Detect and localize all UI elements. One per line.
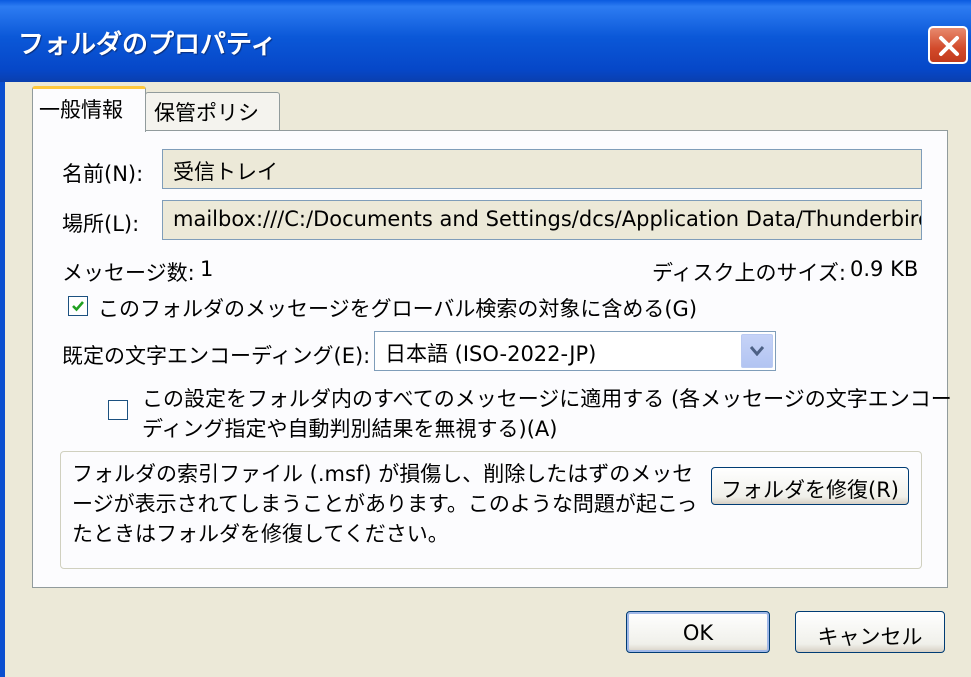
- ok-button[interactable]: OK: [626, 611, 770, 653]
- name-field[interactable]: 受信トレイ: [162, 149, 922, 189]
- close-icon: [939, 36, 959, 56]
- global-search-checkbox[interactable]: [68, 296, 88, 316]
- chevron-down-icon: [750, 346, 764, 356]
- apply-all-checkbox[interactable]: [108, 400, 128, 420]
- message-count-label: メッセージ数:: [62, 261, 195, 285]
- window-title: フォルダのプロパティ: [18, 30, 277, 60]
- encoding-select-value: 日本語 (ISO-2022-JP): [385, 342, 597, 366]
- apply-all-label-line1[interactable]: この設定をフォルダ内のすべてのメッセージに適用する (各メッセージの文字エンコー: [142, 383, 952, 413]
- dropdown-button[interactable]: [741, 334, 773, 368]
- name-label: 名前(N):: [62, 162, 144, 186]
- cancel-button[interactable]: キャンセル: [795, 611, 945, 653]
- title-bar[interactable]: フォルダのプロパティ: [0, 0, 971, 82]
- checkmark-icon: [72, 301, 84, 312]
- location-field[interactable]: mailbox:///C:/Documents and Settings/dcs…: [162, 200, 922, 240]
- window-border: [0, 82, 5, 677]
- message-count-value: 1: [200, 257, 214, 281]
- repair-folder-button[interactable]: フォルダを修復(R): [711, 467, 909, 505]
- tab-general[interactable]: 一般情報: [32, 86, 146, 132]
- close-button[interactable]: [928, 26, 968, 64]
- location-label: 場所(L):: [62, 212, 140, 236]
- tab-retention-policy[interactable]: 保管ポリシー: [145, 92, 280, 155]
- disk-size-label: ディスク上のサイズ:: [652, 261, 846, 285]
- global-search-label[interactable]: このフォルダのメッセージをグローバル検索の対象に含める(G): [98, 293, 697, 323]
- encoding-label: 既定の文字エンコーディング(E):: [62, 344, 371, 368]
- apply-all-label-line2[interactable]: ディング指定や自動判別結果を無視する)(A): [142, 413, 557, 443]
- disk-size-value: 0.9 KB: [850, 257, 919, 281]
- repair-notice: フォルダの索引ファイル (.msf) が損傷し、削除したはずのメッセージが表示さ…: [72, 462, 698, 546]
- encoding-select[interactable]: 日本語 (ISO-2022-JP): [374, 331, 776, 371]
